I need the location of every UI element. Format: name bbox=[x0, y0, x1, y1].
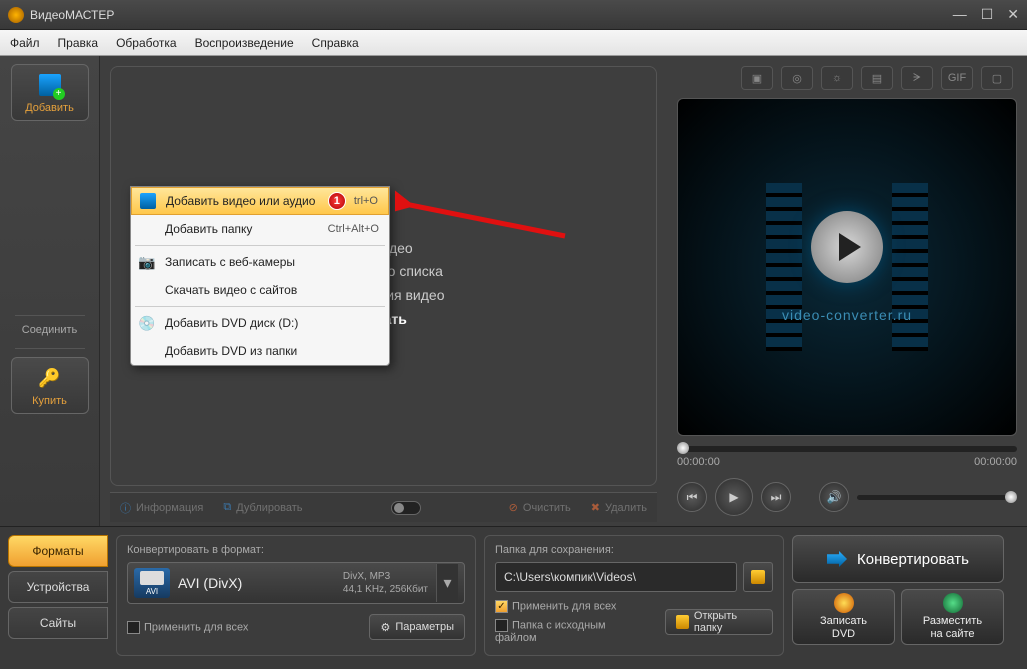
delete-button[interactable]: ✖Удалить bbox=[591, 501, 647, 514]
menu-playback[interactable]: Воспроизведение bbox=[195, 36, 294, 50]
webcam-icon: 📷 bbox=[137, 252, 157, 272]
effects-tool-icon[interactable]: ◎ bbox=[781, 66, 813, 90]
chevron-down-icon[interactable]: ▾ bbox=[436, 564, 458, 602]
film-plus-icon: + bbox=[36, 71, 64, 99]
clear-button[interactable]: ⊘Очистить bbox=[509, 501, 571, 514]
play-button[interactable]: ▶ bbox=[715, 478, 753, 516]
duplicate-button[interactable]: ⧉Дублировать bbox=[223, 501, 302, 514]
menu-process[interactable]: Обработка bbox=[116, 36, 177, 50]
globe-icon bbox=[943, 593, 963, 613]
format-name: AVI (DivX) bbox=[178, 575, 335, 591]
menubar: Файл Правка Обработка Воспроизведение Сп… bbox=[0, 30, 1027, 56]
join-label: Соединить bbox=[22, 324, 78, 336]
annotation-badge: 1 bbox=[328, 192, 346, 210]
filmstrip-icon bbox=[766, 183, 802, 351]
add-button[interactable]: + Добавить bbox=[11, 64, 89, 121]
maximize-button[interactable]: ☐ bbox=[981, 6, 994, 23]
key-icon: 🔑 bbox=[36, 364, 64, 392]
info-button[interactable]: ⓘИнформация bbox=[120, 500, 203, 516]
film-plus-icon bbox=[138, 191, 158, 211]
buy-label: Купить bbox=[32, 395, 67, 407]
dd-add-dvd-disc[interactable]: 💿 Добавить DVD диск (D:) bbox=[131, 309, 389, 337]
seek-slider[interactable] bbox=[677, 446, 1017, 452]
publish-web-button[interactable]: Разместитьна сайте bbox=[901, 589, 1004, 645]
filmstrip-icon bbox=[892, 183, 928, 351]
tab-sites[interactable]: Сайты bbox=[8, 607, 108, 639]
tab-formats[interactable]: Форматы bbox=[8, 535, 108, 567]
gif-tool[interactable]: GIF bbox=[941, 66, 973, 90]
dvd-icon: 💿 bbox=[137, 313, 157, 333]
format-select[interactable]: AVI AVI (DivX) DivX, MP3 44,1 KHz, 256Кб… bbox=[127, 562, 465, 604]
menu-help[interactable]: Справка bbox=[312, 36, 359, 50]
preview-pane: ▣ ◎ ☼ ▤ ᗒ GIF ▢ video-converter.ru 00:00… bbox=[667, 56, 1027, 526]
menu-file[interactable]: Файл bbox=[10, 36, 40, 50]
menu-edit[interactable]: Правка bbox=[58, 36, 99, 50]
dd-record-webcam[interactable]: 📷 Записать с веб-камеры bbox=[131, 248, 389, 276]
volume-slider[interactable] bbox=[857, 495, 1017, 500]
prev-button[interactable]: ⏮ bbox=[677, 482, 707, 512]
app-title: ВидеоМАСТЕР bbox=[30, 8, 953, 22]
source-folder-checkbox[interactable]: Папка с исходным файлом bbox=[495, 619, 637, 644]
dd-add-video-audio[interactable]: Добавить видео или аудио 1 trl+O bbox=[131, 187, 389, 215]
format-header: Конвертировать в формат: bbox=[127, 544, 465, 556]
save-path-input[interactable]: C:\Users\компик\Videos\ bbox=[495, 562, 737, 592]
gear-icon: ⚙ bbox=[380, 621, 390, 634]
open-folder-button[interactable]: Открыть папку bbox=[665, 609, 773, 635]
parameters-button[interactable]: ⚙Параметры bbox=[369, 614, 465, 640]
time-current: 00:00:00 bbox=[677, 456, 720, 468]
format-panel: Конвертировать в формат: AVI AVI (DivX) … bbox=[116, 535, 476, 656]
folder-icon bbox=[676, 615, 689, 629]
browse-folder-button[interactable] bbox=[743, 562, 773, 592]
dd-add-folder[interactable]: Добавить папку Ctrl+Alt+O bbox=[131, 215, 389, 243]
close-button[interactable]: ✕ bbox=[1007, 6, 1019, 23]
convert-arrow-icon bbox=[827, 551, 847, 567]
add-dropdown: Добавить видео или аудио 1 trl+O Добавит… bbox=[130, 186, 390, 366]
trim-tool-icon[interactable]: ▤ bbox=[861, 66, 893, 90]
brightness-tool-icon[interactable]: ☼ bbox=[821, 66, 853, 90]
burn-dvd-button[interactable]: ЗаписатьDVD bbox=[792, 589, 895, 645]
dd-download-sites[interactable]: Скачать видео с сайтов bbox=[131, 276, 389, 304]
brand-text: video-converter.ru bbox=[782, 307, 912, 323]
avi-icon: AVI bbox=[134, 568, 170, 598]
view-toggle[interactable] bbox=[391, 501, 421, 515]
speed-tool-icon[interactable]: ᗒ bbox=[901, 66, 933, 90]
next-button[interactable]: ⏭ bbox=[761, 482, 791, 512]
sidebar: + Добавить Соединить 🔑 Купить bbox=[0, 56, 100, 526]
dd-add-dvd-folder[interactable]: Добавить DVD из папки bbox=[131, 337, 389, 365]
folder-icon bbox=[751, 570, 765, 584]
apply-all-save-checkbox[interactable]: Применить для всех bbox=[495, 600, 637, 613]
titlebar: ВидеоМАСТЕР — ☐ ✕ bbox=[0, 0, 1027, 30]
bottom-panel: Форматы Устройства Сайты Конвертировать … bbox=[0, 526, 1027, 664]
minimize-button[interactable]: — bbox=[953, 6, 967, 23]
tab-devices[interactable]: Устройства bbox=[8, 571, 108, 603]
play-icon bbox=[811, 211, 883, 283]
convert-button[interactable]: Конвертировать bbox=[792, 535, 1004, 583]
save-header: Папка для сохранения: bbox=[495, 544, 773, 556]
center-area: ты: пку Добавить для добавления видео жн… bbox=[100, 56, 667, 526]
save-panel: Папка для сохранения: C:\Users\компик\Vi… bbox=[484, 535, 784, 656]
screenshot-tool-icon[interactable]: ▢ bbox=[981, 66, 1013, 90]
volume-button[interactable]: 🔊 bbox=[819, 482, 849, 512]
apply-all-format-checkbox[interactable]: Применить для всех bbox=[127, 621, 248, 634]
app-logo-icon bbox=[8, 7, 24, 23]
video-preview[interactable]: video-converter.ru bbox=[677, 98, 1017, 436]
buy-button[interactable]: 🔑 Купить bbox=[11, 357, 89, 414]
center-toolbar: ⓘИнформация ⧉Дублировать ⊘Очистить ✖Удал… bbox=[110, 492, 657, 522]
crop-tool-icon[interactable]: ▣ bbox=[741, 66, 773, 90]
dvd-disc-icon bbox=[834, 593, 854, 613]
time-total: 00:00:00 bbox=[974, 456, 1017, 468]
add-label: Добавить bbox=[25, 102, 74, 114]
